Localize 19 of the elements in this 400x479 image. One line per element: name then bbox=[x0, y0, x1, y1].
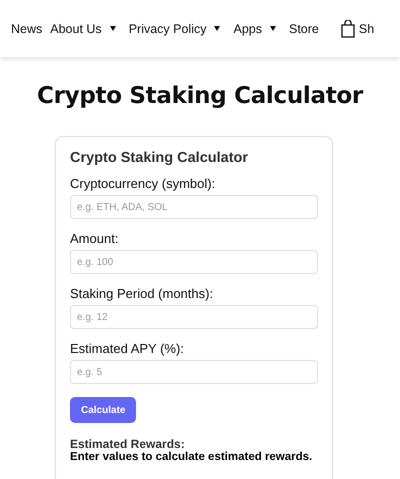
field-label: Estimated APY (%): bbox=[70, 341, 184, 356]
nav-link[interactable]: Apps bbox=[233, 22, 281, 36]
nav-link[interactable]: About Us bbox=[50, 22, 121, 36]
page-title: Crypto Staking Calculator bbox=[36, 83, 364, 109]
result-label: Estimated Rewards: bbox=[70, 437, 185, 451]
card-title: Crypto Staking Calculator bbox=[70, 150, 248, 166]
field-label: Amount: bbox=[70, 231, 118, 246]
input-field[interactable]: e.g. 5 bbox=[70, 360, 318, 384]
nav-link[interactable]: Sh bbox=[358, 22, 374, 36]
field-label: Cryptocurrency (symbol): bbox=[70, 176, 216, 191]
nav-link[interactable]: Privacy Policy bbox=[128, 22, 226, 36]
nav-link[interactable]: Store bbox=[288, 22, 319, 36]
input-field[interactable]: e.g. 100 bbox=[70, 250, 318, 274]
input-field[interactable]: e.g. ETH, ADA, SOL bbox=[70, 195, 318, 219]
result-text: Enter values to calculate estimated rewards. bbox=[70, 451, 312, 463]
input-field[interactable]: e.g. 12 bbox=[70, 305, 318, 329]
field-label: Staking Period (months): bbox=[70, 286, 214, 301]
nav-link[interactable]: News bbox=[11, 22, 42, 36]
calculate-button[interactable]: Calculate bbox=[70, 397, 136, 423]
